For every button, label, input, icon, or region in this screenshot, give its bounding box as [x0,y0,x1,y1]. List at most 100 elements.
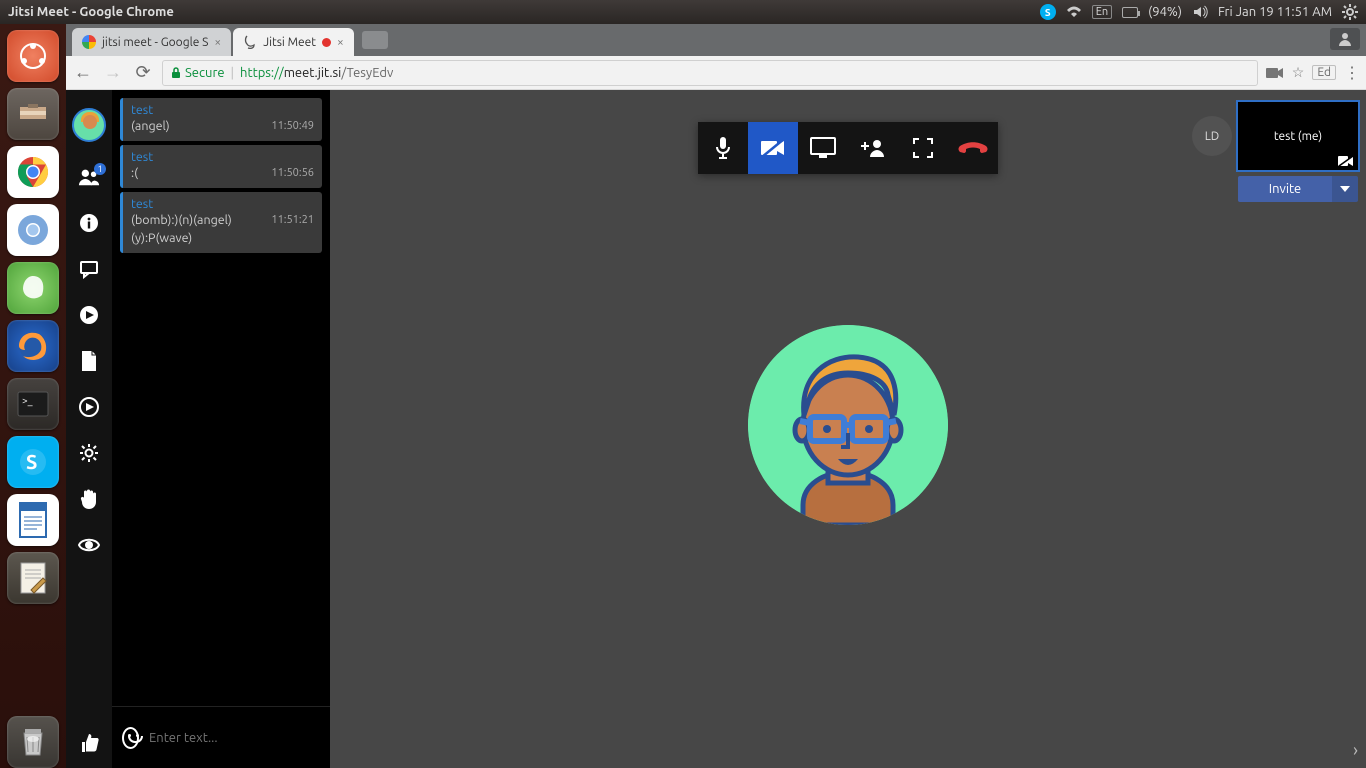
invite-dropdown-button[interactable] [1332,176,1358,202]
close-tab-icon[interactable]: × [214,36,221,49]
main-participant-avatar [748,325,948,525]
keyboard-language-indicator[interactable]: En [1092,5,1112,19]
tab-google-search[interactable]: jitsi meet - Google S × [72,28,231,56]
participant-thumbnails: LD test (me) [1192,102,1358,170]
info-button[interactable] [78,212,100,234]
fullscreen-button[interactable] [898,122,948,174]
screen-share-button[interactable] [798,122,848,174]
tab-title: jitsi meet - Google S [102,36,208,49]
filmstrip-toggle-icon[interactable]: › [1353,740,1358,760]
etherpad-button[interactable] [78,350,100,372]
back-button[interactable]: ← [72,62,94,83]
clock[interactable]: Fri Jan 19 11:51 AM [1218,5,1332,19]
record-button[interactable] [78,396,100,418]
chevron-down-icon [1340,186,1350,192]
message-sender: test [131,197,314,211]
jitsi-favicon-icon [243,35,257,49]
feedback-button[interactable] [78,732,100,754]
invite-control: Invite [1238,176,1358,202]
message-sender: test [131,150,314,164]
local-avatar-icon[interactable] [72,108,106,142]
omnibox[interactable]: Secure | https://meet.jit.si/TesyEdv [162,60,1258,86]
camera-extension-icon[interactable] [1266,66,1284,80]
raise-hand-button[interactable] [78,488,100,510]
secure-label: Secure [185,66,225,80]
launcher-firefox-icon[interactable] [7,320,59,372]
chrome-menu-button[interactable]: ⋮ [1344,63,1360,82]
skype-tray-icon[interactable]: S [1040,4,1056,20]
svg-text:>_: >_ [22,395,33,406]
message-time: 11:50:49 [271,120,314,132]
launcher-writer-icon[interactable] [7,494,59,546]
chat-message: test :( 11:50:56 [120,145,322,188]
url-host: meet.jit.si [284,66,342,80]
jitsi-sidebar: 1 [66,90,112,768]
secure-indicator[interactable]: Secure [171,66,225,80]
google-favicon-icon [82,35,96,49]
message-body: (bomb):)(n)(angel)(y):P(wave) [131,211,266,249]
chat-panel: test (angel) 11:50:49 test :( 11:50:56 t… [112,90,330,768]
bookmark-star-icon[interactable]: ☆ [1292,64,1305,81]
battery-percent: (94%) [1148,5,1182,19]
invite-people-button[interactable] [848,122,898,174]
system-tray: S En (94%) Fri Jan 19 11:51 AM [1040,4,1358,20]
tab-strip: jitsi meet - Google S × Jitsi Meet × [66,24,1366,56]
tab-title: Jitsi Meet [263,36,316,49]
volume-icon[interactable] [1192,4,1208,20]
profile-badge[interactable]: Ed [1312,65,1336,80]
settings-button[interactable] [78,442,100,464]
new-tab-button[interactable] [362,31,388,49]
chat-input[interactable] [149,731,320,745]
launcher-files-icon[interactable] [7,88,59,140]
launcher-trash-icon[interactable] [7,716,59,768]
wifi-icon[interactable] [1066,4,1082,20]
message-time: 11:51:21 [271,214,314,226]
video-main: LD test (me) Invite › [330,90,1366,768]
jitsi-content: 1 [66,90,1366,768]
launcher-texteditor-icon[interactable] [7,552,59,604]
window-title: Jitsi Meet - Google Chrome [8,5,1040,19]
unity-launcher: >_ S [0,24,66,768]
launcher-chrome-icon[interactable] [7,146,59,198]
url-path: /TesyEdv [341,66,393,80]
tab-jitsi-meet[interactable]: Jitsi Meet × [233,28,354,56]
invite-button[interactable]: Invite [1238,176,1332,202]
battery-icon [1122,4,1138,20]
forward-button: → [102,62,124,83]
camera-off-icon [1338,155,1354,167]
system-top-bar: Jitsi Meet - Google Chrome S En (94%) Fr… [0,0,1366,24]
chat-message: test (bomb):)(n)(angel)(y):P(wave) 11:51… [120,192,322,254]
launcher-spring-icon[interactable] [7,262,59,314]
camera-button[interactable] [748,122,798,174]
chat-messages: test (angel) 11:50:49 test :( 11:50:56 t… [112,90,330,706]
mute-mic-button[interactable] [698,122,748,174]
launcher-terminal-icon[interactable]: >_ [7,378,59,430]
participant-avatar-ld[interactable]: LD [1192,116,1232,156]
settings-gear-icon[interactable] [1342,4,1358,20]
message-sender: test [131,103,314,117]
address-bar: ← → ⟳ Secure | https://meet.jit.si/TesyE… [66,56,1366,90]
close-tab-icon[interactable]: × [337,36,344,49]
call-toolbar [698,122,998,174]
self-label: test (me) [1274,130,1322,143]
chat-button[interactable] [78,258,100,280]
chat-message: test (angel) 11:50:49 [120,98,322,141]
hangup-button[interactable] [948,122,998,174]
self-video-thumbnail[interactable]: test (me) [1238,102,1358,170]
contacts-button[interactable]: 1 [78,166,100,188]
emoji-picker-icon[interactable] [122,727,139,749]
message-time: 11:50:56 [271,167,314,179]
launcher-dash-icon[interactable] [7,30,59,82]
chat-input-row [112,706,330,768]
svg-text:S: S [26,450,37,473]
chrome-window: jitsi meet - Google S × Jitsi Meet × ← →… [66,24,1366,768]
url-protocol: https:// [240,66,284,80]
youtube-share-button[interactable] [78,304,100,326]
reload-button[interactable]: ⟳ [132,62,154,83]
launcher-chromium-icon[interactable] [7,204,59,256]
lock-icon [171,67,181,79]
recording-indicator-icon [322,38,331,47]
launcher-skype-icon[interactable]: S [7,436,59,488]
speaker-stats-button[interactable] [78,534,100,556]
chrome-profile-button[interactable] [1330,28,1360,50]
